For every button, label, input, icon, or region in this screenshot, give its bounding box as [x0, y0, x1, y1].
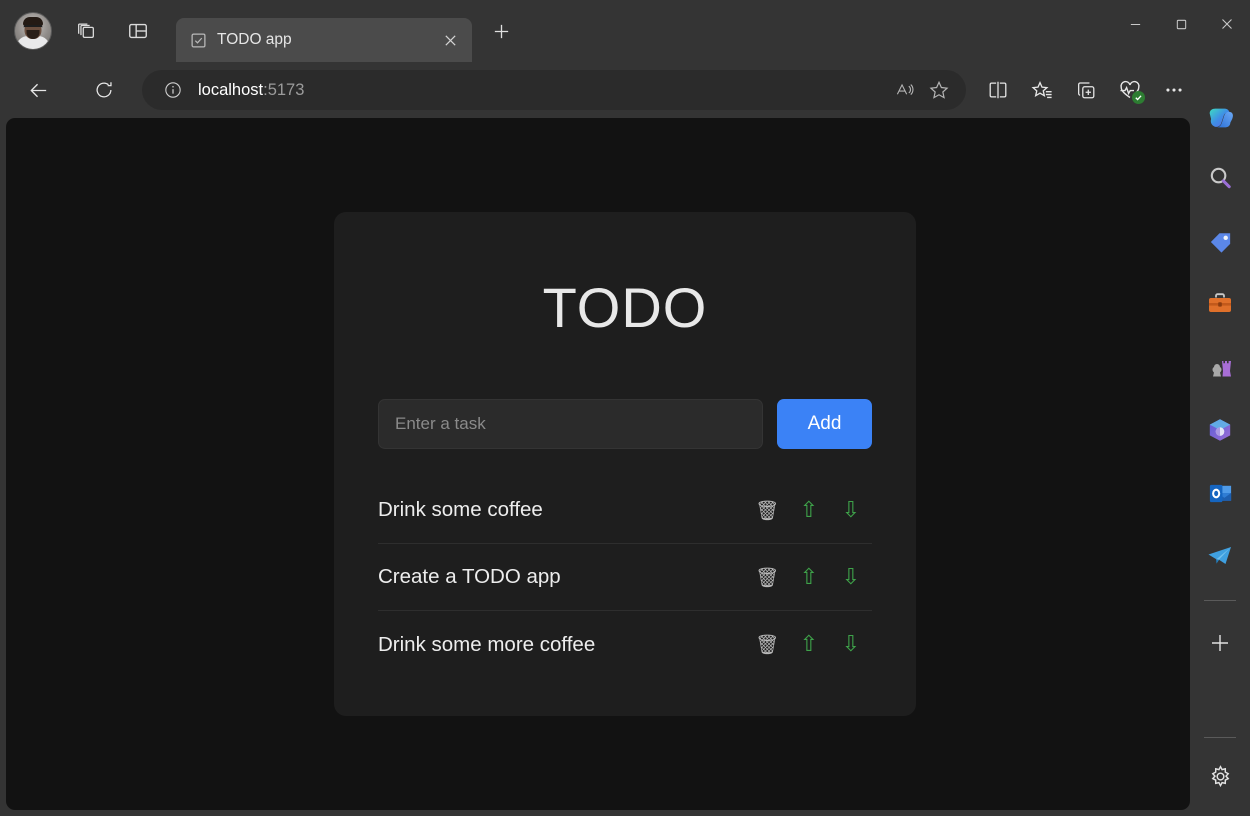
move-task-up-icon[interactable]: ⇧ — [788, 632, 830, 657]
plus-icon — [492, 22, 511, 41]
move-task-down-icon[interactable]: ⇩ — [830, 632, 872, 657]
sidebar-item-tools[interactable] — [1198, 282, 1242, 326]
new-tab-button[interactable] — [482, 12, 520, 50]
chess-pieces-icon — [1206, 353, 1234, 381]
info-icon — [163, 80, 183, 100]
close-window-button[interactable] — [1204, 0, 1250, 48]
profile-avatar[interactable] — [14, 12, 52, 50]
plus-icon — [1209, 632, 1231, 654]
add-task-button[interactable]: Add — [777, 399, 872, 449]
workspaces-button[interactable] — [64, 11, 108, 51]
sidebar-add-button[interactable] — [1198, 621, 1242, 665]
close-icon — [1220, 17, 1234, 31]
task-input[interactable] — [378, 399, 763, 449]
close-icon — [443, 33, 458, 48]
url-host: localhost — [198, 81, 263, 99]
ellipsis-icon — [1163, 79, 1185, 101]
todo-card: TODO Add Drink some coffee 🗑 ⇧ ⇩ Create … — [334, 212, 916, 716]
task-label: Drink some coffee — [378, 498, 746, 522]
tab-strip: TODO app — [0, 0, 1250, 62]
sidebar-item-telegram[interactable] — [1198, 534, 1242, 578]
task-list-item: Drink some more coffee 🗑 ⇧ ⇩ — [378, 611, 872, 678]
move-task-up-icon[interactable]: ⇧ — [788, 565, 830, 590]
task-list-item: Create a TODO app 🗑 ⇧ ⇩ — [378, 544, 872, 611]
maximize-icon — [1175, 18, 1188, 31]
sidebar-item-games[interactable] — [1198, 345, 1242, 389]
task-label: Drink some more coffee — [378, 633, 746, 657]
delete-task-icon[interactable]: 🗑 — [746, 499, 788, 522]
status-badge — [1132, 91, 1145, 104]
microsoft-365-icon — [1206, 416, 1234, 444]
split-screen-button[interactable] — [978, 70, 1018, 110]
add-task-row: Add — [378, 399, 872, 449]
address-bar-text[interactable]: localhost:5173 — [188, 81, 888, 100]
back-button[interactable] — [18, 70, 58, 110]
back-arrow-icon — [27, 79, 50, 102]
tab-close-button[interactable] — [436, 26, 464, 54]
page-title: TODO — [378, 212, 872, 336]
collections-icon — [1075, 79, 1097, 101]
read-aloud-icon — [894, 80, 916, 100]
sidebar-item-shopping[interactable] — [1198, 219, 1242, 263]
copilot-icon — [1205, 103, 1235, 133]
read-aloud-button[interactable] — [888, 74, 922, 106]
task-list-item: Drink some coffee 🗑 ⇧ ⇩ — [378, 477, 872, 544]
star-icon — [928, 79, 950, 101]
move-task-down-icon[interactable]: ⇩ — [830, 498, 872, 523]
move-task-up-icon[interactable]: ⇧ — [788, 498, 830, 523]
minimize-icon — [1129, 18, 1142, 31]
paper-plane-icon — [1206, 543, 1234, 569]
search-icon — [1207, 165, 1234, 192]
refresh-button[interactable] — [84, 70, 124, 110]
sidebar-item-copilot[interactable] — [1198, 96, 1242, 140]
collections-button[interactable] — [1066, 70, 1106, 110]
sidebar-settings-button[interactable] — [1198, 754, 1242, 798]
sidebar-item-search[interactable] — [1198, 156, 1242, 200]
sidebar-item-outlook[interactable] — [1198, 471, 1242, 515]
browser-tab[interactable]: TODO app — [176, 18, 472, 62]
sidebar-item-microsoft365[interactable] — [1198, 408, 1242, 452]
minimize-button[interactable] — [1112, 0, 1158, 48]
tab-strip-left-controls: TODO app — [0, 0, 520, 62]
price-tag-icon — [1207, 228, 1234, 255]
task-list: Drink some coffee 🗑 ⇧ ⇩ Create a TODO ap… — [378, 477, 872, 678]
task-label: Create a TODO app — [378, 565, 746, 589]
refresh-icon — [93, 79, 115, 101]
outlook-icon — [1207, 480, 1234, 507]
maximize-button[interactable] — [1158, 0, 1204, 48]
edge-sidebar — [1190, 62, 1250, 816]
sidebar-divider-bottom — [1204, 737, 1236, 738]
workspaces-icon — [75, 20, 97, 42]
window-controls — [1112, 0, 1250, 48]
favorite-button[interactable] — [922, 74, 956, 106]
delete-task-icon[interactable]: 🗑 — [746, 633, 788, 656]
url-port: :5173 — [263, 81, 304, 99]
split-pane-icon — [127, 20, 149, 42]
browser-toolbar: localhost:5173 — [0, 62, 1250, 118]
check-icon — [1134, 93, 1143, 102]
browser-window: TODO app — [0, 0, 1250, 816]
address-bar[interactable]: localhost:5173 — [142, 70, 966, 110]
checkbox-checked-icon — [190, 32, 207, 49]
browser-essentials-button[interactable] — [1110, 70, 1150, 110]
tab-actions-button[interactable] — [116, 11, 160, 51]
split-screen-icon — [987, 79, 1009, 101]
settings-and-more-button[interactable] — [1154, 70, 1194, 110]
site-info-button[interactable] — [158, 75, 188, 105]
page-viewport: TODO Add Drink some coffee 🗑 ⇧ ⇩ Create … — [6, 118, 1190, 810]
tab-title: TODO app — [217, 31, 426, 49]
avatar-glasses — [24, 25, 43, 30]
briefcase-icon — [1206, 290, 1234, 318]
gear-icon — [1208, 764, 1233, 789]
favorites-button[interactable] — [1022, 70, 1062, 110]
move-task-down-icon[interactable]: ⇩ — [830, 565, 872, 590]
delete-task-icon[interactable]: 🗑 — [746, 566, 788, 589]
sidebar-divider-top — [1204, 600, 1236, 601]
favorites-star-list-icon — [1031, 79, 1054, 102]
